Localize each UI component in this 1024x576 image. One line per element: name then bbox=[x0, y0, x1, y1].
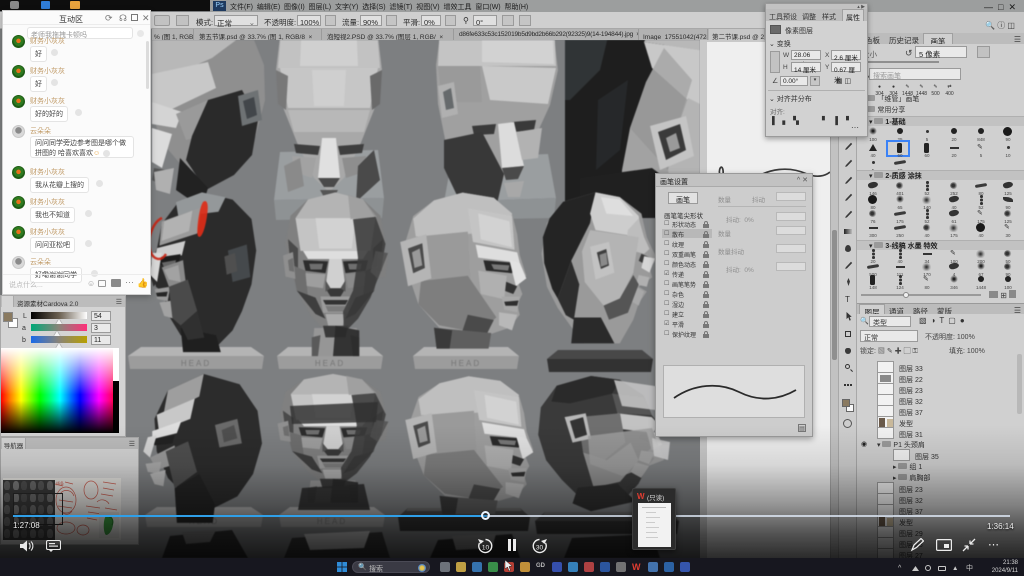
svg-text:HEAD: HEAD bbox=[451, 359, 481, 368]
svg-text:HEAD: HEAD bbox=[315, 359, 345, 368]
svg-text:10: 10 bbox=[482, 545, 490, 552]
svg-text:30: 30 bbox=[536, 545, 544, 552]
svg-text:线条: 线条 bbox=[56, 480, 64, 486]
svg-text:HEAD: HEAD bbox=[181, 359, 211, 368]
svg-text:HEAD: HEAD bbox=[317, 517, 347, 526]
